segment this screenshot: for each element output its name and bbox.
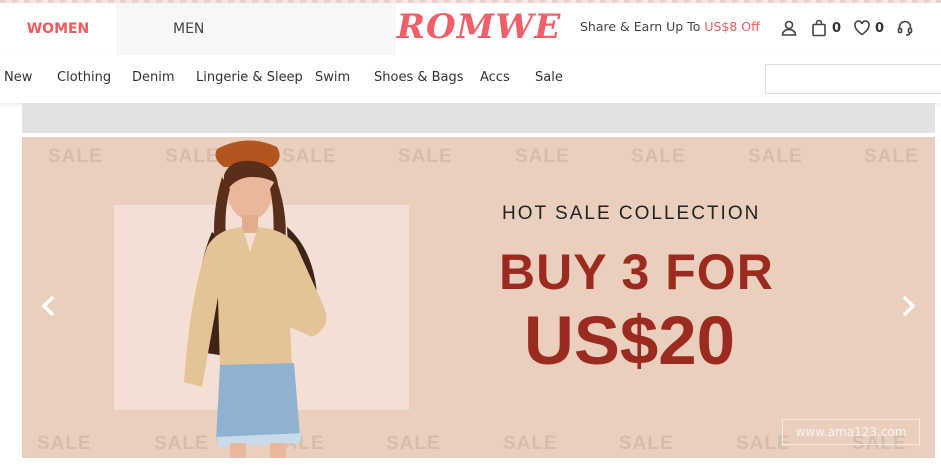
bg-sale-text: SALE	[515, 146, 570, 167]
nav-item-lingerie-sleep[interactable]: Lingerie & Sleep	[196, 70, 303, 85]
bg-sale-text: SALE	[864, 146, 919, 167]
header-icons: 0 0	[780, 16, 926, 40]
nav-item-new[interactable]: New	[4, 70, 32, 85]
model-photo	[184, 140, 327, 458]
wishlist-button[interactable]: 0	[853, 19, 884, 37]
heart-icon	[854, 20, 870, 36]
bg-sale-text: SALE	[48, 146, 103, 167]
bg-sale-text: SALE	[631, 146, 686, 167]
carousel-prev-button[interactable]	[38, 292, 60, 320]
bag-icon	[812, 19, 826, 37]
bg-sale-text: SALE	[503, 433, 558, 454]
nav-item-accs[interactable]: Accs	[480, 70, 510, 85]
bg-sale-text: SALE	[398, 146, 453, 167]
wishlist-count: 0	[875, 20, 885, 36]
banner-offer-line2: US$20	[524, 302, 735, 379]
chevron-right-icon	[902, 295, 916, 317]
search-input[interactable]	[765, 64, 941, 94]
banner-headline: HOT SALE COLLECTION	[502, 203, 761, 224]
nav-item-swim[interactable]: Swim	[315, 70, 350, 85]
user-icon	[781, 20, 797, 36]
bg-sale-text: SALE	[748, 146, 803, 167]
promo-highlight: US$8 Off	[704, 19, 760, 34]
nav-item-clothing[interactable]: Clothing	[57, 70, 111, 85]
bg-sale-text: SALE	[619, 433, 674, 454]
bg-sale-text: SALE	[386, 433, 441, 454]
bag-count: 0	[832, 20, 842, 36]
announcement-bar	[22, 103, 935, 133]
hero-banner[interactable]: SALE SALE SALE SALE SALE SALE SALE SALE …	[22, 137, 935, 458]
promo-text: Share & Earn Up To	[580, 19, 705, 34]
nav-item-shoes-bags[interactable]: Shoes & Bags	[374, 70, 464, 85]
chevron-left-icon	[41, 295, 55, 317]
carousel-next-button[interactable]	[897, 292, 919, 320]
headset-icon	[897, 20, 913, 36]
site-logo[interactable]: ROMWE	[397, 2, 561, 52]
nav-item-denim[interactable]: Denim	[132, 70, 175, 85]
share-earn-promo[interactable]: Share & Earn Up To US$8 Off	[580, 19, 760, 34]
tab-men[interactable]: MEN	[116, 3, 396, 55]
account-button[interactable]	[780, 19, 798, 37]
bag-button[interactable]: 0	[810, 19, 841, 37]
top-header: WOMEN MEN ROMWE Share & Earn Up To US$8 …	[0, 0, 941, 55]
watermark: www.ama123.com	[782, 419, 920, 445]
banner-offer-line1: BUY 3 FOR	[499, 244, 774, 300]
tab-women[interactable]: WOMEN	[0, 3, 116, 55]
support-button[interactable]	[896, 19, 914, 37]
bg-sale-text: SALE	[37, 433, 92, 454]
nav-item-sale[interactable]: Sale	[535, 70, 563, 85]
